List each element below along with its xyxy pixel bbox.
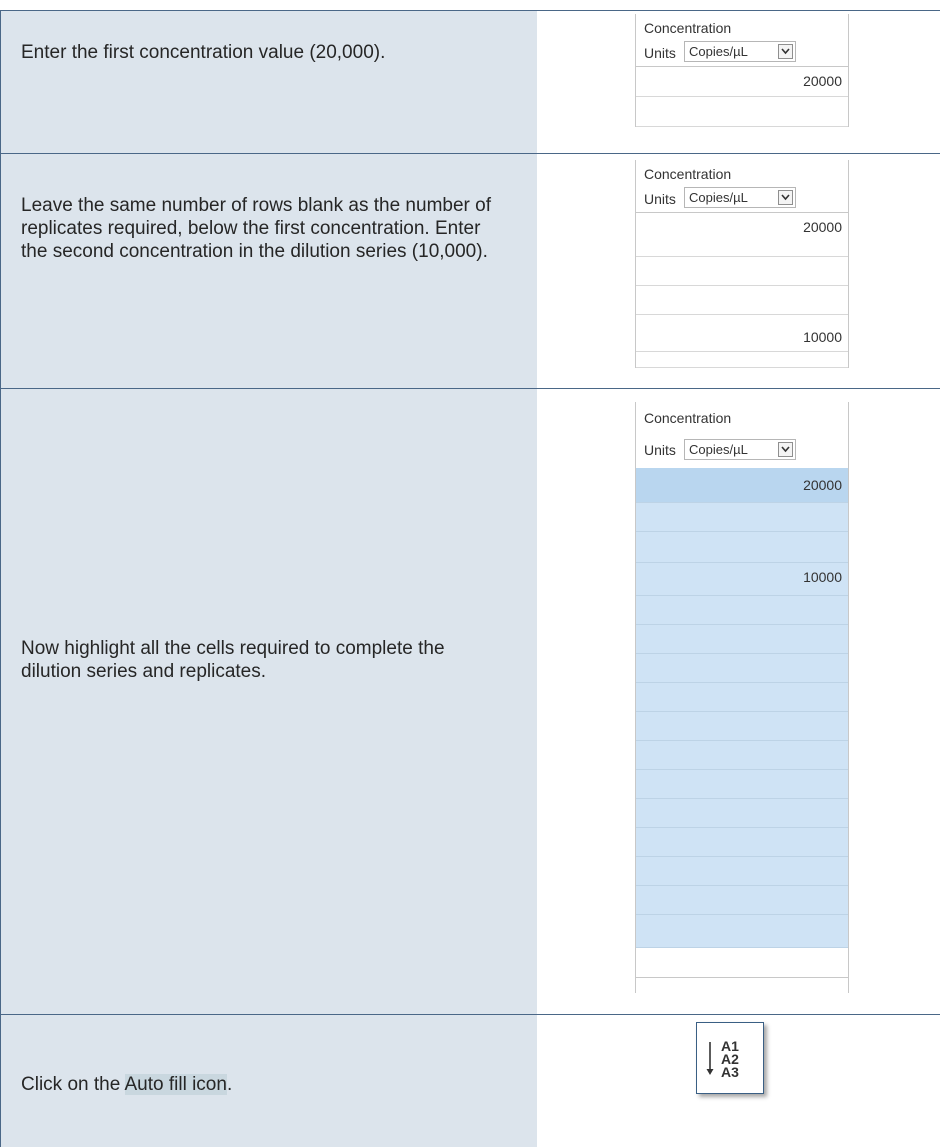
selected-row[interactable] (636, 828, 848, 857)
grid-header: Concentration Units Copies/µL (636, 160, 848, 213)
instruction-text: Now highlight all the cells required to … (21, 638, 445, 682)
concentration-grid-3: Concentration Units Copies/µL 20000 1000… (635, 402, 849, 993)
selected-row[interactable] (636, 886, 848, 915)
instruction-cell: Leave the same number of rows blank as t… (1, 154, 537, 388)
cell-value: 10000 (803, 329, 842, 345)
units-label: Units (644, 45, 676, 61)
units-select[interactable]: Copies/µL (684, 187, 796, 208)
instruction-text: Click on the Auto fill icon. (21, 1073, 501, 1096)
grid-title: Concentration (644, 166, 732, 182)
grid-row[interactable] (636, 948, 848, 978)
grid-title: Concentration (644, 410, 732, 426)
instruction-suffix: . (226, 1074, 233, 1095)
selected-row[interactable] (636, 799, 848, 828)
grid-row[interactable] (636, 257, 848, 286)
selected-row[interactable] (636, 741, 848, 770)
grid-title: Concentration (644, 20, 732, 36)
selected-row[interactable] (636, 625, 848, 654)
selected-row[interactable] (636, 683, 848, 712)
auto-fill-labels: A1 A2 A3 (721, 1039, 739, 1080)
units-value: Copies/µL (689, 44, 748, 59)
selected-row[interactable] (636, 596, 848, 625)
down-arrow-icon (706, 1042, 714, 1075)
instruction-cell: Now highlight all the cells required to … (1, 389, 537, 1014)
selected-row[interactable] (636, 503, 848, 532)
auto-fill-highlight: Auto fill icon (124, 1074, 227, 1095)
grid-row[interactable]: 20000 (636, 67, 848, 97)
auto-fill-icon[interactable]: A1 A2 A3 (696, 1022, 764, 1094)
cell-value: 10000 (803, 569, 842, 585)
grid-row[interactable] (636, 352, 848, 368)
chevron-down-icon[interactable] (778, 190, 793, 205)
instruction-cell: Enter the first concentration value (20,… (1, 11, 537, 153)
chevron-down-icon[interactable] (778, 44, 793, 59)
selected-row[interactable] (636, 712, 848, 741)
instruction-prefix: Click on the (21, 1074, 125, 1095)
grid-row[interactable]: 10000 (636, 315, 848, 352)
instruction-text: Enter the first concentration value (20,… (21, 42, 386, 63)
selected-row[interactable] (636, 770, 848, 799)
grid-header: Concentration Units Copies/µL (636, 402, 848, 468)
instruction-text: Leave the same number of rows blank as t… (21, 195, 491, 262)
selected-row[interactable] (636, 915, 848, 948)
units-value: Copies/µL (689, 442, 748, 457)
selected-row[interactable] (636, 532, 848, 563)
selected-row[interactable]: 10000 (636, 563, 848, 596)
grid-row[interactable]: 20000 (636, 213, 848, 257)
selected-row[interactable]: 20000 (636, 468, 848, 503)
units-value: Copies/µL (689, 190, 748, 205)
selected-row[interactable] (636, 857, 848, 886)
auto-fill-line: A3 (721, 1064, 739, 1080)
grid-row[interactable] (636, 286, 848, 315)
cell-value: 20000 (803, 73, 842, 89)
grid-header: Concentration Units Copies/µL (636, 14, 848, 67)
cell-value: 20000 (803, 219, 842, 235)
concentration-grid-1: Concentration Units Copies/µL 20000 (635, 14, 849, 127)
grid-row[interactable] (636, 97, 848, 127)
cell-value: 20000 (803, 477, 842, 493)
units-label: Units (644, 191, 676, 207)
units-select[interactable]: Copies/µL (684, 41, 796, 62)
chevron-down-icon[interactable] (778, 442, 793, 457)
units-select[interactable]: Copies/µL (684, 439, 796, 460)
concentration-grid-2: Concentration Units Copies/µL 20000 1000… (635, 160, 849, 368)
units-label: Units (644, 442, 676, 458)
instruction-row-4: Click on the Auto fill icon. (1, 1014, 940, 1147)
instruction-cell: Click on the Auto fill icon. (1, 1015, 537, 1147)
selected-row[interactable] (636, 654, 848, 683)
